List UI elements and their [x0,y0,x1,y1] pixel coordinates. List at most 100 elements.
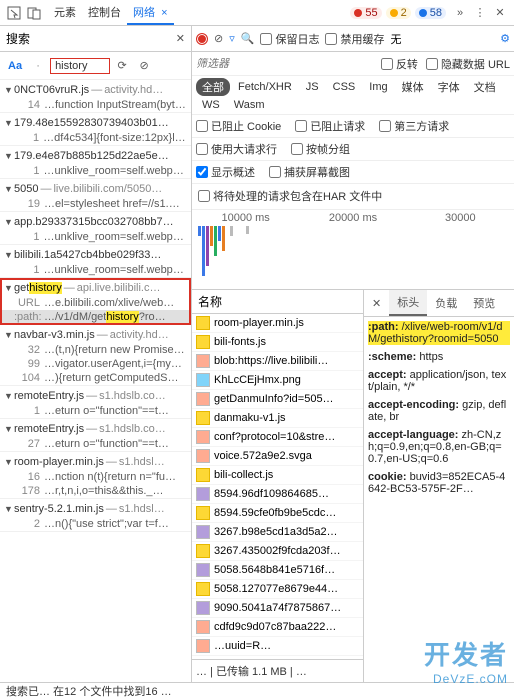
type-filter-文档[interactable]: 文档 [468,78,502,96]
detail-tab-preview[interactable]: 预览 [465,291,503,315]
settings-gear-icon[interactable]: ⚙ [500,32,510,45]
request-row[interactable]: 3267.435002f9fcda203f… [192,542,363,561]
type-filter-CSS[interactable]: CSS [327,80,362,94]
search-result-hit[interactable]: 1…unklive_room=self.webpa… [0,263,191,277]
search-result-hit[interactable]: 19…el=stylesheet href=//s1.… [0,197,191,211]
clear-search-icon[interactable]: ⊘ [134,59,154,72]
throttling-select[interactable]: 无 [390,31,401,47]
search-input[interactable] [50,58,110,74]
request-row[interactable]: getDanmuInfo?id=505… [192,390,363,409]
clear-network-icon[interactable]: ⊘ [214,32,223,45]
request-row[interactable]: voice.572a9e2.svga [192,447,363,466]
search-result-hit[interactable]: 99…vigator.userAgent,i={my… [0,357,191,371]
invert-filter-checkbox[interactable]: 反转 [381,56,418,72]
large-rows-checkbox[interactable]: 使用大请求行 [196,141,277,157]
type-filter-Wasm[interactable]: Wasm [228,98,271,112]
search-result-hit[interactable]: 16…nction n(t){return n="fu… [0,470,191,484]
info-count-badge[interactable]: 58 [415,7,446,19]
search-result-hit[interactable]: 1…unklive_room=self.webpa… [0,164,191,178]
search-result-hit[interactable]: 178…r,t,n,i,o=this&&this._… [0,484,191,498]
search-result-file[interactable]: ▼remoteEntry.js—s1.hdslb.co…1…eturn o="f… [0,386,191,419]
search-result-hit[interactable]: 14…function InputStream(byt… [0,98,191,112]
search-network-icon[interactable]: 🔍 [241,32,255,45]
request-row[interactable]: KhLcCEjHmx.png [192,371,363,390]
inspect-icon[interactable] [4,3,24,23]
devtools-tabs: 元素 控制台 网络 × [48,1,174,25]
request-row[interactable]: 5058.5648b841e5716f… [192,561,363,580]
search-result-file[interactable]: ▼0NCT06vruR.js—activity.hd…14…function I… [0,80,191,113]
record-toggle-icon[interactable] [196,33,208,45]
more-tabs-icon[interactable]: » [450,3,470,23]
detail-tab-headers[interactable]: 标头 [389,290,427,316]
search-result-hit[interactable]: :path:…/v1/dM/gethistory?ro… [0,310,191,324]
search-result-hit[interactable]: URL…e.bilibili.com/xlive/web… [0,296,191,310]
group-by-frame-checkbox[interactable]: 按帧分组 [291,141,350,157]
third-party-checkbox[interactable]: 第三方请求 [379,118,449,134]
request-row[interactable]: …uuid=R… [192,637,363,656]
search-result-file[interactable]: ▼room-player.min.js—s1.hdsl…16…nction n(… [0,452,191,499]
search-result-hit[interactable]: 1…eturn o="function"==t… [0,404,191,418]
match-case-toggle[interactable]: Aa [4,60,26,72]
request-row[interactable]: 3267.b98e5cd1a3d5a2… [192,523,363,542]
search-result-hit[interactable]: 27…eturn o="function"==t… [0,437,191,451]
network-filter-input[interactable] [196,58,373,70]
request-row[interactable]: blob:https://live.bilibili… [192,352,363,371]
close-search-icon[interactable]: ✕ [176,32,185,45]
request-row[interactable]: 8594.96df109864685… [192,485,363,504]
tab-elements[interactable]: 元素 [48,1,82,25]
search-result-file[interactable]: ▼gethistory—api.live.bilibili.c…URL…e.bi… [0,278,191,325]
request-row[interactable]: bili-collect.js [192,466,363,485]
type-filter-字体[interactable]: 字体 [432,78,466,96]
search-result-file[interactable]: ▼179.e4e87b885b125d22ae5e…1…unklive_room… [0,146,191,179]
request-row[interactable]: 8594.59cfe0fb9be5cdc… [192,504,363,523]
request-row[interactable]: conf?protocol=10&stre… [192,428,363,447]
type-filter-WS[interactable]: WS [196,98,226,112]
hide-data-urls-checkbox[interactable]: 隐藏数据 URL [426,56,510,72]
type-filter-全部[interactable]: 全部 [196,78,230,96]
search-result-hit[interactable]: 2…n(){"use strict";var t=f… [0,517,191,531]
regex-toggle-icon[interactable]: · [28,60,48,72]
blocked-requests-checkbox[interactable]: 已阻止请求 [295,118,365,134]
type-filter-JS[interactable]: JS [300,80,325,94]
search-result-hit[interactable]: 1…unklive_room=self.webpa… [0,230,191,244]
device-toggle-icon[interactable] [24,3,44,23]
error-count-badge[interactable]: 55 [350,7,381,19]
tab-console[interactable]: 控制台 [82,1,127,25]
include-pending-har-checkbox[interactable]: 将待处理的请求包含在HAR 文件中 [198,188,382,204]
network-summary-bar: … | 已传输 1.1 MB | … [192,659,363,682]
search-result-hit[interactable]: 104…){return getComputedS… [0,371,191,385]
request-list-header-name[interactable]: 名称 [192,290,363,314]
search-result-file[interactable]: ▼navbar-v3.min.js—activity.hd…32…(t,n){r… [0,325,191,386]
type-filter-Fetch/XHR[interactable]: Fetch/XHR [232,80,298,94]
search-result-file[interactable]: ▼5050—live.bilibili.com/5050…19…el=style… [0,179,191,212]
request-row[interactable]: danmaku-v1.js [192,409,363,428]
preserve-log-checkbox[interactable]: 保留日志 [260,31,319,47]
show-overview-checkbox[interactable]: 显示概述 [196,164,255,180]
search-result-file[interactable]: ▼179.48e15592830739403b01…1…df4c534]{fon… [0,113,191,146]
request-row[interactable]: cdfd9c9d07c87baa222… [192,618,363,637]
blocked-cookies-checkbox[interactable]: 已阻止 Cookie [196,118,281,134]
capture-screenshots-checkbox[interactable]: 捕获屏幕截图 [269,164,350,180]
close-request-detail-icon[interactable]: ✕ [364,293,389,314]
request-row[interactable]: bili-fonts.js [192,333,363,352]
close-devtools-icon[interactable]: ✕ [490,3,510,23]
network-overview-timeline[interactable]: 10000 ms 20000 ms 30000 [192,210,514,290]
detail-tab-payload[interactable]: 负载 [427,291,465,315]
search-result-file[interactable]: ▼remoteEntry.js—s1.hdslb.co…27…eturn o="… [0,419,191,452]
refresh-search-icon[interactable]: ⟳ [112,59,132,72]
disable-cache-checkbox[interactable]: 禁用缓存 [325,31,384,47]
tab-network[interactable]: 网络 × [127,1,174,25]
type-filter-Img[interactable]: Img [363,80,393,94]
request-row[interactable]: 5058.127077e8679e44… [192,580,363,599]
warning-count-badge[interactable]: 2 [386,7,411,19]
request-row[interactable]: room-player.min.js [192,314,363,333]
search-result-file[interactable]: ▼sentry-5.2.1.min.js—s1.hdsl…2…n(){"use … [0,499,191,532]
search-result-file[interactable]: ▼app.b29337315bcc032708bb7…1…unklive_roo… [0,212,191,245]
filter-toggle-icon[interactable]: ▿ [229,32,235,45]
type-filter-媒体[interactable]: 媒体 [396,78,430,96]
search-result-hit[interactable]: 1…df4c534]{font-size:12px}la… [0,131,191,145]
search-result-file[interactable]: ▼bilibili.1a5427cb4bbe029f33…1…unklive_r… [0,245,191,278]
request-row[interactable]: 9090.5041a74f7875867… [192,599,363,618]
kebab-menu-icon[interactable]: ⋮ [470,3,490,23]
search-result-hit[interactable]: 32…(t,n){return new Promise… [0,343,191,357]
